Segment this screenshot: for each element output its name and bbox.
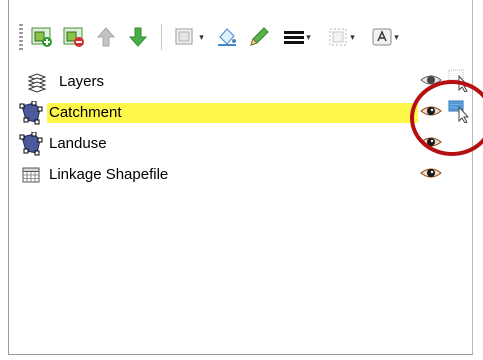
chevron-down-icon: ▾ [306, 31, 311, 42]
move-up-icon [96, 27, 116, 47]
label-dropdown-icon [372, 28, 392, 46]
line-style-dropdown-button[interactable]: ▾ [278, 24, 316, 50]
move-up-button[interactable] [93, 24, 119, 50]
polygon-layer-icon [19, 100, 43, 125]
layers-panel: ▾ ▾ ▾ ▾ Layers Catchment Landuse Linkage… [8, 0, 473, 355]
fill-color-button[interactable] [214, 24, 240, 50]
layers-group-row[interactable]: Layers [19, 66, 470, 97]
line-style-dropdown-icon [284, 31, 305, 44]
layers-toolbar: ▾ ▾ ▾ ▾ [19, 18, 449, 56]
layer-label-catchment: Catchment [47, 102, 418, 123]
add-group-icon [31, 27, 52, 47]
label-dropdown-button[interactable]: ▾ [366, 24, 404, 50]
layer-row-catchment[interactable]: Catchment [19, 97, 470, 128]
add-group-button[interactable] [29, 24, 55, 50]
fill-color-icon [218, 28, 236, 46]
symbology-dropdown-button[interactable]: ▾ [170, 24, 208, 50]
table-layer-icon [19, 163, 43, 187]
chevron-down-icon: ▾ [350, 31, 355, 42]
chevron-down-icon: ▾ [199, 31, 204, 42]
edit-pencil-icon [250, 27, 269, 46]
frame-dropdown-icon [329, 28, 347, 46]
layer-label-linkage-shapefile: Linkage Shapefile [49, 166, 169, 183]
layer-row-linkage-shapefile[interactable]: Linkage Shapefile [19, 159, 469, 190]
layers-header-label: Layers [59, 73, 105, 90]
edit-button[interactable] [246, 24, 272, 50]
toolbar-grip[interactable] [19, 24, 23, 50]
polygon-layer-icon [19, 131, 43, 156]
eye-icon[interactable] [420, 165, 442, 181]
layers-tree: Layers Catchment Landuse Linkage Shapefi… [19, 66, 470, 190]
remove-layer-icon [63, 27, 84, 47]
chevron-down-icon: ▾ [394, 31, 399, 42]
move-down-icon [128, 27, 148, 47]
layer-label-landuse: Landuse [49, 135, 107, 152]
layer-row-landuse[interactable]: Landuse [19, 128, 469, 159]
move-down-button[interactable] [125, 24, 151, 50]
frame-dropdown-button[interactable]: ▾ [322, 24, 360, 50]
toolbar-separator [161, 24, 162, 50]
remove-layer-button[interactable] [61, 24, 87, 50]
layers-stack-icon [25, 70, 49, 94]
symbology-dropdown-icon [175, 28, 193, 45]
